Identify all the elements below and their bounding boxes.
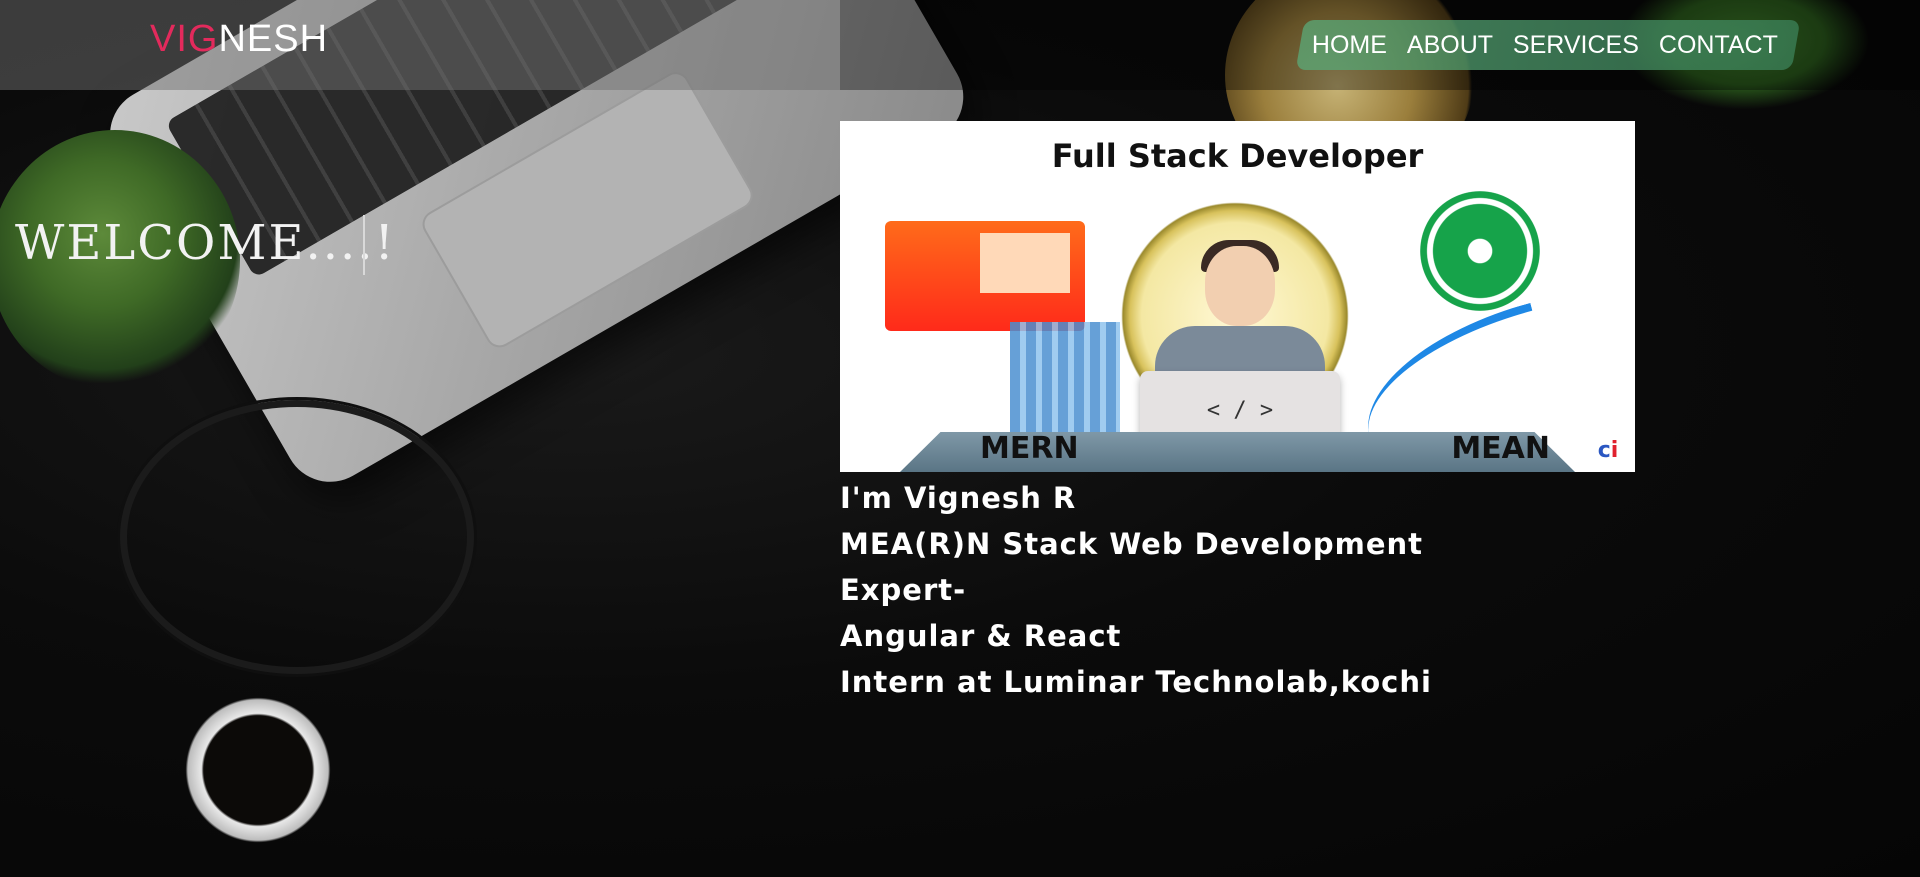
welcome-heading: WELCOME....!: [15, 215, 396, 271]
ci-logo: ci: [1589, 436, 1627, 466]
header-highlight: [0, 0, 840, 90]
intro-role: MEA(R)N Stack Web Development Expert-: [840, 527, 1424, 607]
headphones-photo: [120, 400, 474, 674]
growth-arrow-icon: [1346, 302, 1554, 438]
intro-internship: Intern at Luminar Technolab,kochi: [840, 665, 1432, 699]
site-logo[interactable]: VIGNESH: [150, 18, 328, 61]
logo-part-2: NESH: [218, 18, 329, 60]
site-header: VIGNESH HOME ABOUT SERVICES CONTACT: [0, 0, 1920, 90]
mern-label: MERN: [980, 431, 1079, 466]
mean-label: MEAN: [1451, 431, 1550, 466]
head: [1205, 246, 1275, 326]
full-stack-banner-image: Full Stack Developer < / > MERN MEAN ci: [840, 121, 1635, 472]
logo-part-1: VIG: [150, 18, 219, 60]
main-nav: HOME ABOUT SERVICES CONTACT: [1295, 20, 1801, 70]
gear-icon: [1420, 191, 1540, 311]
coffee-cup-photo: [178, 690, 338, 850]
nav-home[interactable]: HOME: [1312, 31, 1387, 60]
intro-text: I'm Vignesh R MEA(R)N Stack Web Developm…: [840, 475, 1560, 705]
nav-services[interactable]: SERVICES: [1513, 31, 1639, 60]
city-illustration: [1010, 322, 1120, 432]
banner-title: Full Stack Developer: [1051, 137, 1424, 175]
typing-caret: [363, 215, 365, 275]
nav-contact[interactable]: CONTACT: [1659, 31, 1778, 60]
web-page-illustration: [885, 221, 1085, 331]
intro-frameworks: Angular & React: [840, 619, 1122, 653]
intro-name: I'm Vignesh R: [840, 481, 1077, 515]
nav-about[interactable]: ABOUT: [1407, 31, 1493, 60]
